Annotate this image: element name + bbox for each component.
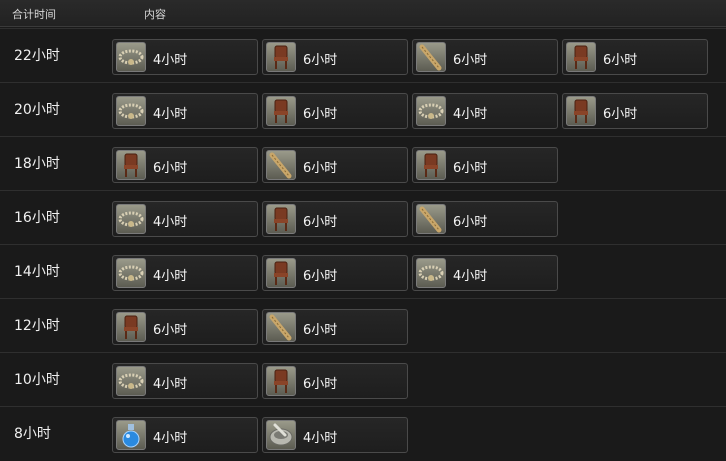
bracelet-icon xyxy=(116,366,146,396)
item-slot[interactable]: 4小时 xyxy=(112,255,258,291)
item-time-label: 6小时 xyxy=(303,107,338,122)
item-time-label: 6小时 xyxy=(153,161,188,176)
item-slot[interactable]: 6小时 xyxy=(112,309,258,345)
item-slot[interactable]: 6小时 xyxy=(262,309,408,345)
item-time-label: 6小时 xyxy=(153,323,188,338)
chair-icon xyxy=(416,150,446,180)
item-slot[interactable]: 6小时 xyxy=(262,147,408,183)
table-row: 12小时 6小时 6小时 xyxy=(0,298,726,350)
bracelet-icon xyxy=(116,42,146,72)
row-total-time: 20小时 xyxy=(14,102,60,118)
item-slot[interactable]: 4小时 xyxy=(262,417,408,453)
item-slot[interactable]: 6小时 xyxy=(562,93,708,129)
item-time-label: 4小时 xyxy=(453,269,488,284)
club-icon xyxy=(416,42,446,72)
item-time-label: 6小时 xyxy=(453,215,488,230)
row-total-time: 14小时 xyxy=(14,264,60,280)
item-time-label: 6小时 xyxy=(603,107,638,122)
row-total-time: 18小时 xyxy=(14,156,60,172)
item-time-label: 6小时 xyxy=(303,215,338,230)
item-slot[interactable]: 4小时 xyxy=(112,417,258,453)
row-total-time: 22小时 xyxy=(14,48,60,64)
item-time-label: 4小时 xyxy=(453,107,488,122)
chair-icon xyxy=(266,42,296,72)
item-slot[interactable]: 4小时 xyxy=(412,255,558,291)
chair-icon xyxy=(566,96,596,126)
item-slot[interactable]: 6小时 xyxy=(412,39,558,75)
table-row: 20小时 4小时 6小时 4小时 6小时 xyxy=(0,82,726,134)
item-time-label: 6小时 xyxy=(303,161,338,176)
table-row: 22小时 4小时 6小时 6小时 6小时 xyxy=(0,28,726,80)
item-time-label: 4小时 xyxy=(153,53,188,68)
chair-icon xyxy=(116,312,146,342)
item-slot[interactable]: 4小时 xyxy=(412,93,558,129)
chair-icon xyxy=(266,96,296,126)
table-header: 合计时间 内容 xyxy=(0,0,726,27)
row-total-time: 10小时 xyxy=(14,372,60,388)
chair-icon xyxy=(266,204,296,234)
table-row: 10小时 4小时 6小时 xyxy=(0,352,726,404)
header-total-time: 合计时间 xyxy=(12,8,56,21)
row-total-time: 16小时 xyxy=(14,210,60,226)
item-time-label: 6小时 xyxy=(453,53,488,68)
chair-icon xyxy=(116,150,146,180)
item-time-label: 4小时 xyxy=(153,377,188,392)
item-slot[interactable]: 6小时 xyxy=(562,39,708,75)
item-slot[interactable]: 6小时 xyxy=(262,201,408,237)
item-time-label: 6小时 xyxy=(453,161,488,176)
bracelet-icon xyxy=(116,258,146,288)
item-time-label: 6小时 xyxy=(303,323,338,338)
table-row: 18小时 6小时 6小时 6小时 xyxy=(0,136,726,188)
item-time-label: 4小时 xyxy=(303,431,338,446)
item-slot[interactable]: 6小时 xyxy=(412,147,558,183)
item-time-label: 4小时 xyxy=(153,431,188,446)
club-icon xyxy=(266,150,296,180)
item-slot[interactable]: 4小时 xyxy=(112,201,258,237)
item-time-label: 6小时 xyxy=(303,269,338,284)
row-total-time: 12小时 xyxy=(14,318,60,334)
club-icon xyxy=(266,312,296,342)
item-time-label: 4小时 xyxy=(153,269,188,284)
bracelet-icon xyxy=(116,204,146,234)
item-time-label: 6小时 xyxy=(603,53,638,68)
item-slot[interactable]: 6小时 xyxy=(412,201,558,237)
table-row: 16小时 4小时 6小时 6小时 xyxy=(0,190,726,242)
chair-icon xyxy=(266,258,296,288)
mortar-icon xyxy=(266,420,296,450)
item-time-label: 6小时 xyxy=(303,53,338,68)
bracelet-icon xyxy=(416,258,446,288)
chair-icon xyxy=(566,42,596,72)
item-time-label: 6小时 xyxy=(303,377,338,392)
table-row: 14小时 4小时 6小时 4小时 xyxy=(0,244,726,296)
item-slot[interactable]: 6小时 xyxy=(262,363,408,399)
row-total-time: 8小时 xyxy=(14,426,51,442)
item-slot[interactable]: 6小时 xyxy=(262,255,408,291)
chair-icon xyxy=(266,366,296,396)
item-slot[interactable]: 4小时 xyxy=(112,93,258,129)
table-row: 8小时 4小时 4小时 xyxy=(0,406,726,458)
potion-icon xyxy=(116,420,146,450)
bracelet-icon xyxy=(116,96,146,126)
bracelet-icon xyxy=(416,96,446,126)
item-time-label: 4小时 xyxy=(153,215,188,230)
item-slot[interactable]: 6小时 xyxy=(112,147,258,183)
club-icon xyxy=(416,204,446,234)
item-slot[interactable]: 4小时 xyxy=(112,39,258,75)
item-slot[interactable]: 6小时 xyxy=(262,93,408,129)
item-slot[interactable]: 6小时 xyxy=(262,39,408,75)
item-slot[interactable]: 4小时 xyxy=(112,363,258,399)
header-content: 内容 xyxy=(144,8,166,21)
item-time-label: 4小时 xyxy=(153,107,188,122)
